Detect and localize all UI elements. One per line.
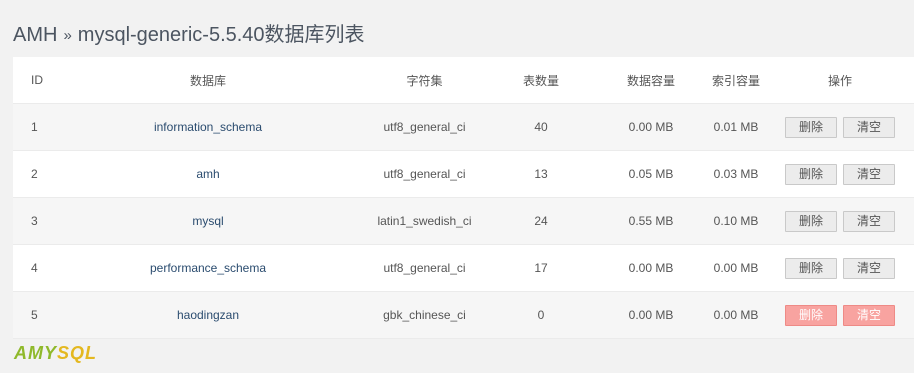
row-id: 1 xyxy=(31,120,38,134)
row-id: 2 xyxy=(31,167,38,181)
row-actions: 删除 清空 xyxy=(766,210,914,232)
column-header-data-size: 数据容量 xyxy=(626,73,675,88)
row-id: 4 xyxy=(31,261,38,275)
clear-button[interactable]: 清空 xyxy=(843,210,895,232)
delete-button[interactable]: 删除 xyxy=(785,304,837,326)
column-header-table-count: 表数量 xyxy=(522,73,559,88)
row-data-size: 0.55 MB xyxy=(628,214,674,228)
row-data-size: 0.05 MB xyxy=(628,167,674,181)
delete-button[interactable]: 删除 xyxy=(785,257,837,279)
column-header-actions: 操作 xyxy=(827,73,852,88)
clear-button[interactable]: 清空 xyxy=(843,257,895,279)
logo-part-amy: AMY xyxy=(14,343,57,363)
column-header-database: 数据库 xyxy=(189,73,226,88)
table-row: 5 haodingzan gbk_chinese_ci 0 0.00 MB 0.… xyxy=(13,292,914,339)
row-index-size: 0.01 MB xyxy=(713,120,759,134)
table-row: 4 performance_schema utf8_general_ci 17 … xyxy=(13,245,914,292)
row-actions: 删除 清空 xyxy=(766,116,914,138)
delete-button[interactable]: 删除 xyxy=(785,210,837,232)
row-index-size: 0.03 MB xyxy=(713,167,759,181)
column-header-index-size: 索引容量 xyxy=(711,73,760,88)
database-table: ID 数据库 字符集 表数量 数据容量 索引容量 操作 1 informatio… xyxy=(13,57,914,339)
row-actions: 删除 清空 xyxy=(766,304,914,326)
row-charset: gbk_chinese_ci xyxy=(383,308,466,322)
database-name-link[interactable]: performance_schema xyxy=(53,261,363,275)
row-data-size: 0.00 MB xyxy=(628,261,674,275)
clear-button[interactable]: 清空 xyxy=(843,116,895,138)
row-index-size: 0.10 MB xyxy=(713,214,759,228)
row-table-count: 0 xyxy=(537,308,545,322)
row-charset: utf8_general_ci xyxy=(383,120,466,134)
row-id: 3 xyxy=(31,214,38,228)
table-header: ID 数据库 字符集 表数量 数据容量 索引容量 操作 xyxy=(13,57,914,104)
row-charset: latin1_swedish_ci xyxy=(377,214,472,228)
row-table-count: 24 xyxy=(534,214,548,228)
database-name-link[interactable]: haodingzan xyxy=(53,308,363,322)
table-row: 1 information_schema utf8_general_ci 40 … xyxy=(13,104,914,151)
row-index-size: 0.00 MB xyxy=(713,261,759,275)
delete-button[interactable]: 删除 xyxy=(785,116,837,138)
database-name-link[interactable]: amh xyxy=(53,167,363,181)
column-header-charset: 字符集 xyxy=(406,73,443,88)
database-name-link[interactable]: information_schema xyxy=(53,120,363,134)
database-name-link[interactable]: mysql xyxy=(53,214,363,228)
row-table-count: 13 xyxy=(534,167,548,181)
row-charset: utf8_general_ci xyxy=(383,167,466,181)
table-row: 2 amh utf8_general_ci 13 0.05 MB 0.03 MB… xyxy=(13,151,914,198)
row-table-count: 40 xyxy=(534,120,548,134)
column-header-id: ID xyxy=(31,73,43,87)
row-data-size: 0.00 MB xyxy=(628,308,674,322)
page-title: AMH » mysql-generic-5.5.40数据库列表 xyxy=(13,18,365,47)
logo-part-sql: SQL xyxy=(57,343,98,363)
row-actions: 删除 清空 xyxy=(766,163,914,185)
row-actions: 删除 清空 xyxy=(766,257,914,279)
amysql-logo: AMYSQL xyxy=(14,343,97,364)
clear-button[interactable]: 清空 xyxy=(843,163,895,185)
page: AMH » mysql-generic-5.5.40数据库列表 ID 数据库 字符集… xyxy=(0,0,914,373)
breadcrumb-separator: » xyxy=(63,27,72,44)
row-index-size: 0.00 MB xyxy=(713,308,759,322)
breadcrumb-root[interactable]: AMH xyxy=(13,24,57,46)
row-id: 5 xyxy=(31,308,38,322)
breadcrumb-current: mysql-generic-5.5.40数据库列表 xyxy=(77,24,365,46)
table-row: 3 mysql latin1_swedish_ci 24 0.55 MB 0.1… xyxy=(13,198,914,245)
row-charset: utf8_general_ci xyxy=(383,261,466,275)
row-data-size: 0.00 MB xyxy=(628,120,674,134)
clear-button[interactable]: 清空 xyxy=(843,304,895,326)
delete-button[interactable]: 删除 xyxy=(785,163,837,185)
row-table-count: 17 xyxy=(534,261,548,275)
